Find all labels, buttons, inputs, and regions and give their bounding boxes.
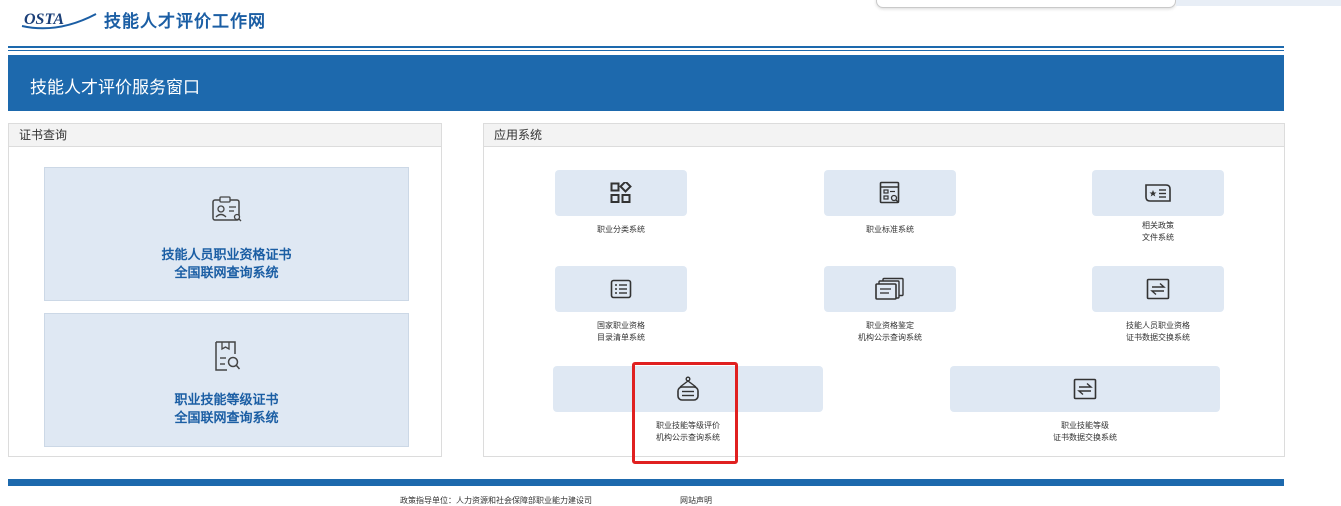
app-label[interactable]: 技能人员职业资格 证书数据交换系统 bbox=[1058, 320, 1258, 344]
cert-query-panel: 证书查询 技能人员职业资格证书 全国联网查询系统 职业技能等级证书 全国联网查询… bbox=[8, 123, 442, 457]
cert-card-line2: 全国联网查询系统 bbox=[174, 411, 279, 426]
standard-search-icon bbox=[879, 181, 900, 204]
app-label[interactable]: 国家职业资格 目录清单系统 bbox=[521, 320, 721, 344]
panel-title: 应用系统 bbox=[484, 124, 1284, 147]
top-links[interactable] bbox=[1176, 0, 1341, 6]
exchange-icon bbox=[1073, 378, 1097, 400]
app-label[interactable]: 职业资格鉴定 机构公示查询系统 bbox=[790, 320, 990, 344]
document-search-icon bbox=[214, 341, 240, 371]
documents-icon bbox=[875, 277, 904, 300]
list-icon bbox=[610, 279, 632, 299]
exchange-icon bbox=[1146, 278, 1170, 300]
category-grid-icon bbox=[610, 182, 632, 203]
id-card-search-icon bbox=[211, 196, 241, 222]
cert-card-skill-level[interactable]: 职业技能等级证书 全国联网查询系统 bbox=[44, 313, 409, 447]
cert-card-line1: 技能人员职业资格证书 bbox=[161, 248, 292, 263]
cert-card-qualification[interactable]: 技能人员职业资格证书 全国联网查询系统 bbox=[44, 167, 409, 301]
app-tile-qualification-catalog[interactable] bbox=[555, 266, 687, 312]
header-divider-thin bbox=[8, 50, 1284, 51]
app-label[interactable]: 职业标准系统 bbox=[790, 224, 990, 236]
cert-card-line2: 全国联网查询系统 bbox=[174, 266, 279, 281]
service-banner: 技能人才评价服务窗口 bbox=[8, 55, 1284, 111]
app-tile-policy-documents[interactable] bbox=[1092, 170, 1224, 216]
osta-logo[interactable]: OSTA bbox=[18, 6, 100, 32]
app-label[interactable]: 职业分类系统 bbox=[521, 224, 721, 236]
app-tile-occupation-classification[interactable] bbox=[555, 170, 687, 216]
app-tile-occupation-standard[interactable] bbox=[824, 170, 956, 216]
site-header: OSTA 技能人才评价工作网 bbox=[0, 0, 1341, 46]
cert-card-line1: 职业技能等级证书 bbox=[174, 393, 279, 408]
app-tile-skill-level-data-exchange[interactable] bbox=[950, 366, 1220, 412]
app-label[interactable]: 职业技能等级 证书数据交换系统 bbox=[985, 420, 1185, 444]
app-tile-appraisal-institutions[interactable] bbox=[824, 266, 956, 312]
footer-statement-link[interactable]: 网站声明 bbox=[680, 495, 712, 506]
highlight-box bbox=[632, 362, 738, 464]
header-divider bbox=[8, 46, 1284, 48]
search-input[interactable] bbox=[876, 0, 1176, 8]
site-title[interactable]: 技能人才评价工作网 bbox=[104, 7, 266, 32]
footer-bar bbox=[8, 479, 1284, 486]
logo-text: OSTA bbox=[24, 11, 64, 28]
footer-org: 政策指导单位：人力资源和社会保障部职业能力建设司 bbox=[400, 496, 592, 505]
app-tile-qualification-data-exchange[interactable] bbox=[1092, 266, 1224, 312]
banner-title: 技能人才评价服务窗口 bbox=[30, 78, 200, 98]
app-label[interactable]: 相关政策 文件系统 bbox=[1058, 220, 1258, 244]
policy-book-icon bbox=[1145, 184, 1171, 202]
panel-title: 证书查询 bbox=[9, 124, 441, 147]
